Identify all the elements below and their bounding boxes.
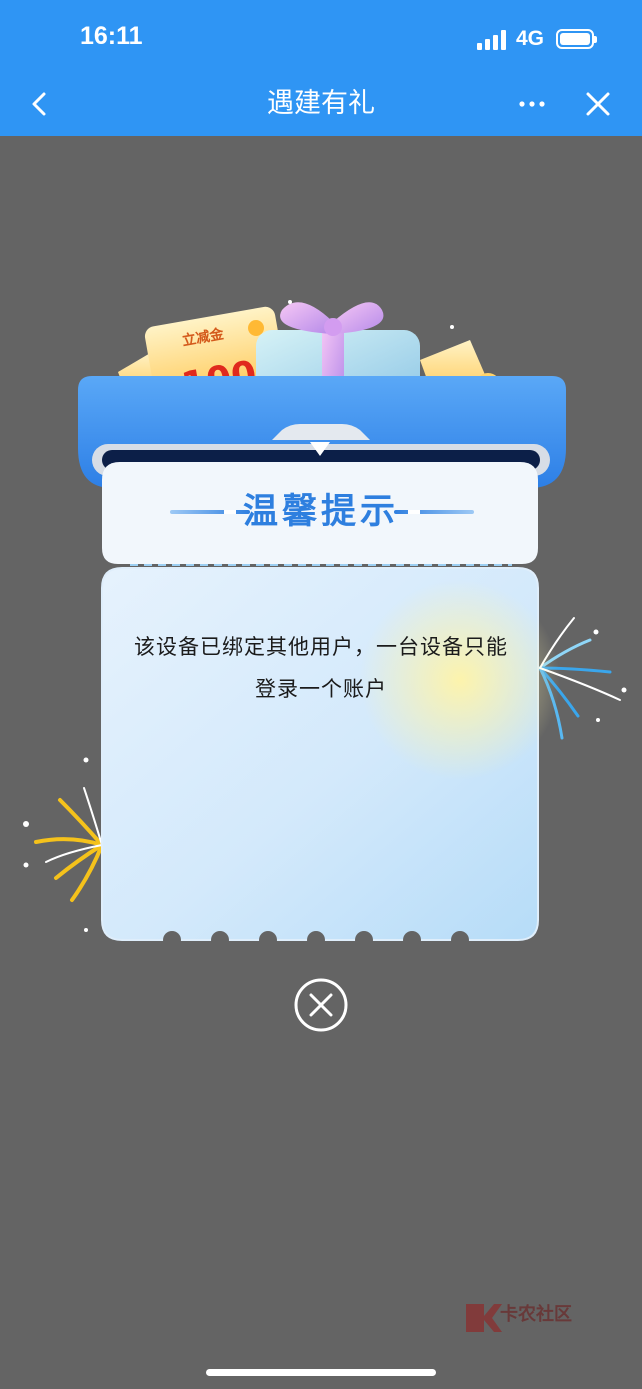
network-type: 4G bbox=[515, 27, 544, 50]
status-time: 16:11 bbox=[80, 22, 143, 50]
modal-title: 温馨提示 bbox=[242, 492, 399, 532]
firework-left bbox=[23, 757, 104, 932]
status-indicators: 4G bbox=[476, 24, 597, 54]
more-button[interactable] bbox=[512, 84, 552, 124]
app-header: 16:11 4G 遇建有礼 bbox=[0, 0, 642, 136]
modal-message: 该设备已绑定其他用户，一台设备只能登录一个账户 bbox=[134, 635, 508, 701]
signal-icon bbox=[476, 28, 506, 50]
home-indicator[interactable] bbox=[206, 1369, 436, 1376]
modal-close-button[interactable] bbox=[293, 977, 349, 1033]
battery-icon bbox=[556, 29, 597, 49]
watermark-text: 卡农社区 bbox=[500, 1304, 572, 1325]
close-button[interactable] bbox=[578, 84, 618, 124]
